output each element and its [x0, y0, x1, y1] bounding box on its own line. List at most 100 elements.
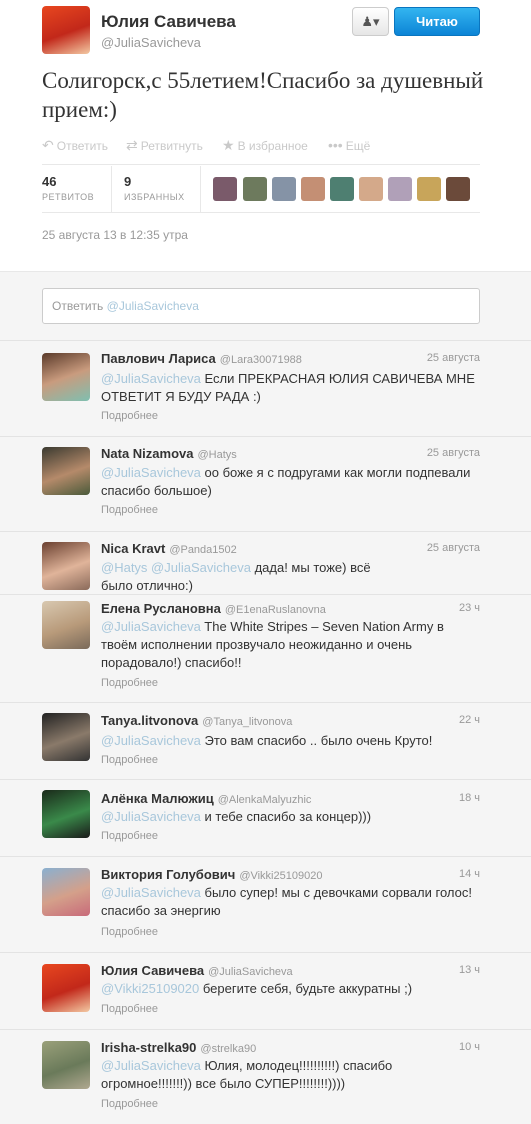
reply-mention[interactable]: @Hatys @JuliaSavicheva [101, 560, 251, 575]
reply-body: Это вам спасибо .. было очень Круто! [200, 733, 433, 748]
reply-mention[interactable]: @JuliaSavicheva [101, 371, 201, 386]
reply-mention[interactable]: @JuliaSavicheva [101, 465, 201, 480]
reply-mention[interactable]: @JuliaSavicheva [101, 1058, 201, 1073]
star-icon: ★ [222, 137, 235, 153]
reply-author[interactable]: Юлия Савичева @JuliaSavicheva [101, 963, 293, 978]
reply-more-link[interactable]: Подробнее [101, 410, 158, 422]
reply-item[interactable]: Виктория Голубович @Vikki25109020 14 ч @J… [0, 857, 531, 952]
reply-body: и тебе спасибо за концер))) [200, 809, 372, 824]
reply-label: Ответить [56, 139, 109, 153]
reply-item[interactable]: Елена Руслановна @E1enaRuslanovna 23 ч @J… [0, 595, 531, 702]
reply-more-link[interactable]: Подробнее [101, 926, 158, 938]
retweet-action[interactable]: ⇄ Ретвитнуть [126, 137, 203, 154]
favoriter-avatar[interactable] [417, 177, 441, 201]
reply-text: @JuliaSavicheva The White Stripes – Seve… [101, 618, 481, 672]
reply-avatar[interactable] [42, 353, 90, 401]
reply-more-link[interactable]: Подробнее [101, 677, 158, 689]
reply-time[interactable]: 13 ч [459, 964, 480, 976]
tweet-date[interactable]: 25 августа 13 в 12:35 утра [42, 228, 188, 242]
retweet-label: Ретвитнуть [140, 139, 203, 153]
reply-author-handle: @Tanya_litvonova [202, 716, 293, 728]
user-actions-button[interactable]: ♟▾ [352, 7, 389, 36]
favoriter-avatar[interactable] [301, 177, 325, 201]
reply-time[interactable]: 18 ч [459, 792, 480, 804]
reply-time[interactable]: 25 августа [427, 542, 480, 554]
reply-author[interactable]: Nica Kravt @Panda1502 [101, 541, 237, 556]
reply-item[interactable]: Irisha-strelka90 @strelka90 10 ч @JuliaSa… [0, 1030, 531, 1124]
reply-action[interactable]: ↶ Ответить [42, 137, 108, 154]
reply-avatar[interactable] [42, 542, 90, 590]
reply-mention[interactable]: @JuliaSavicheva [101, 885, 201, 900]
favoriter-avatar[interactable] [359, 177, 383, 201]
reply-item[interactable]: Юлия Савичева @JuliaSavicheva 13 ч @Vikki… [0, 953, 531, 1029]
reply-text: @Hatys @JuliaSavicheva дада! мы тоже) вс… [101, 559, 381, 595]
favorite-action[interactable]: ★ В избранное [222, 137, 308, 154]
reply-text: @JuliaSavicheva было супер! мы с девочка… [101, 884, 481, 920]
following-button[interactable]: Читаю [394, 7, 480, 36]
reply-text: @Vikki25109020 берегите себя, будьте акк… [101, 980, 481, 998]
reply-avatar[interactable] [42, 1041, 90, 1089]
more-action[interactable]: ••• Ещё [328, 137, 370, 153]
favoriter-avatar[interactable] [213, 177, 237, 201]
reply-item[interactable]: Nata Nizamova @Hatys 25 августа @JuliaSav… [0, 437, 531, 531]
reply-more-link[interactable]: Подробнее [101, 1098, 158, 1110]
favoriter-avatar[interactable] [243, 177, 267, 201]
reply-author-handle: @Hatys [197, 449, 237, 461]
reply-time[interactable]: 25 августа [427, 447, 480, 459]
stats-separator [200, 166, 201, 212]
reply-avatar[interactable] [42, 713, 90, 761]
reply-item[interactable]: Алёнка Малюжиц @AlenkaMalyuzhic 18 ч @Jul… [0, 780, 531, 856]
reply-more-link[interactable]: Подробнее [101, 830, 158, 842]
reply-author-name: Павлович Лариса [101, 351, 216, 366]
reply-more-link[interactable]: Подробнее [101, 1003, 158, 1015]
reply-mention[interactable]: @JuliaSavicheva [101, 619, 201, 634]
reply-author-name: Nata Nizamova [101, 446, 194, 461]
reply-more-link[interactable]: Подробнее [101, 504, 158, 516]
author-avatar[interactable] [42, 6, 90, 54]
stats-separator [111, 166, 112, 212]
reply-input-mention: @JuliaSavicheva [106, 299, 199, 313]
reply-item[interactable]: Павлович Лариса @Lara30071988 25 августа … [0, 341, 531, 436]
reply-author-name: Nica Kravt [101, 541, 166, 556]
reply-time[interactable]: 14 ч [459, 868, 480, 880]
reply-author[interactable]: Павлович Лариса @Lara30071988 [101, 351, 302, 366]
reply-time[interactable]: 23 ч [459, 602, 480, 614]
reply-mention[interactable]: @Vikki25109020 [101, 981, 199, 996]
reply-avatar[interactable] [42, 601, 90, 649]
reply-time[interactable]: 25 августа [427, 352, 480, 364]
reply-author[interactable]: Nata Nizamova @Hatys [101, 446, 237, 461]
reply-author[interactable]: Tanya.litvonova @Tanya_litvonova [101, 713, 292, 728]
reply-author-handle: @E1enaRuslanovna [224, 604, 326, 616]
reply-author[interactable]: Елена Руслановна @E1enaRuslanovna [101, 601, 326, 616]
retweets-label[interactable]: РЕТВИТОВ [42, 192, 94, 202]
reply-time[interactable]: 10 ч [459, 1041, 480, 1053]
reply-avatar[interactable] [42, 790, 90, 838]
reply-avatar[interactable] [42, 964, 90, 1012]
favorites-label[interactable]: ИЗБРАННЫХ [124, 192, 185, 202]
reply-avatar[interactable] [42, 868, 90, 916]
reply-mention[interactable]: @JuliaSavicheva [101, 809, 201, 824]
reply-author[interactable]: Виктория Голубович @Vikki25109020 [101, 867, 322, 882]
reply-more-link[interactable]: Подробнее [101, 754, 158, 766]
reply-mention[interactable]: @JuliaSavicheva [101, 733, 201, 748]
stats-divider-top [42, 164, 480, 165]
author-name[interactable]: Юлия Савичева [101, 12, 236, 32]
favoriter-avatar[interactable] [446, 177, 470, 201]
reply-input[interactable]: Ответить @JuliaSavicheva [42, 288, 480, 324]
author-handle[interactable]: @JuliaSavicheva [101, 35, 201, 50]
reply-time[interactable]: 22 ч [459, 714, 480, 726]
reply-input-prefix: Ответить [52, 299, 104, 313]
favoriter-avatar[interactable] [330, 177, 354, 201]
favoriter-avatar[interactable] [388, 177, 412, 201]
reply-item[interactable]: Tanya.litvonova @Tanya_litvonova 22 ч @Ju… [0, 703, 531, 779]
reply-author[interactable]: Irisha-strelka90 @strelka90 [101, 1040, 256, 1055]
reply-avatar[interactable] [42, 447, 90, 495]
reply-author[interactable]: Алёнка Малюжиц @AlenkaMalyuzhic [101, 791, 311, 806]
reply-author-handle: @Panda1502 [169, 544, 237, 556]
main-tweet: Юлия Савичева @JuliaSavicheva ♟▾ Читаю С… [0, 0, 531, 272]
retweets-count[interactable]: 46 [42, 174, 56, 189]
reply-author-handle: @JuliaSavicheva [208, 966, 293, 978]
favorites-count[interactable]: 9 [124, 174, 131, 189]
favoriter-avatar[interactable] [272, 177, 296, 201]
reply-item[interactable]: Nica Kravt @Panda1502 25 августа @Hatys @… [0, 532, 531, 594]
